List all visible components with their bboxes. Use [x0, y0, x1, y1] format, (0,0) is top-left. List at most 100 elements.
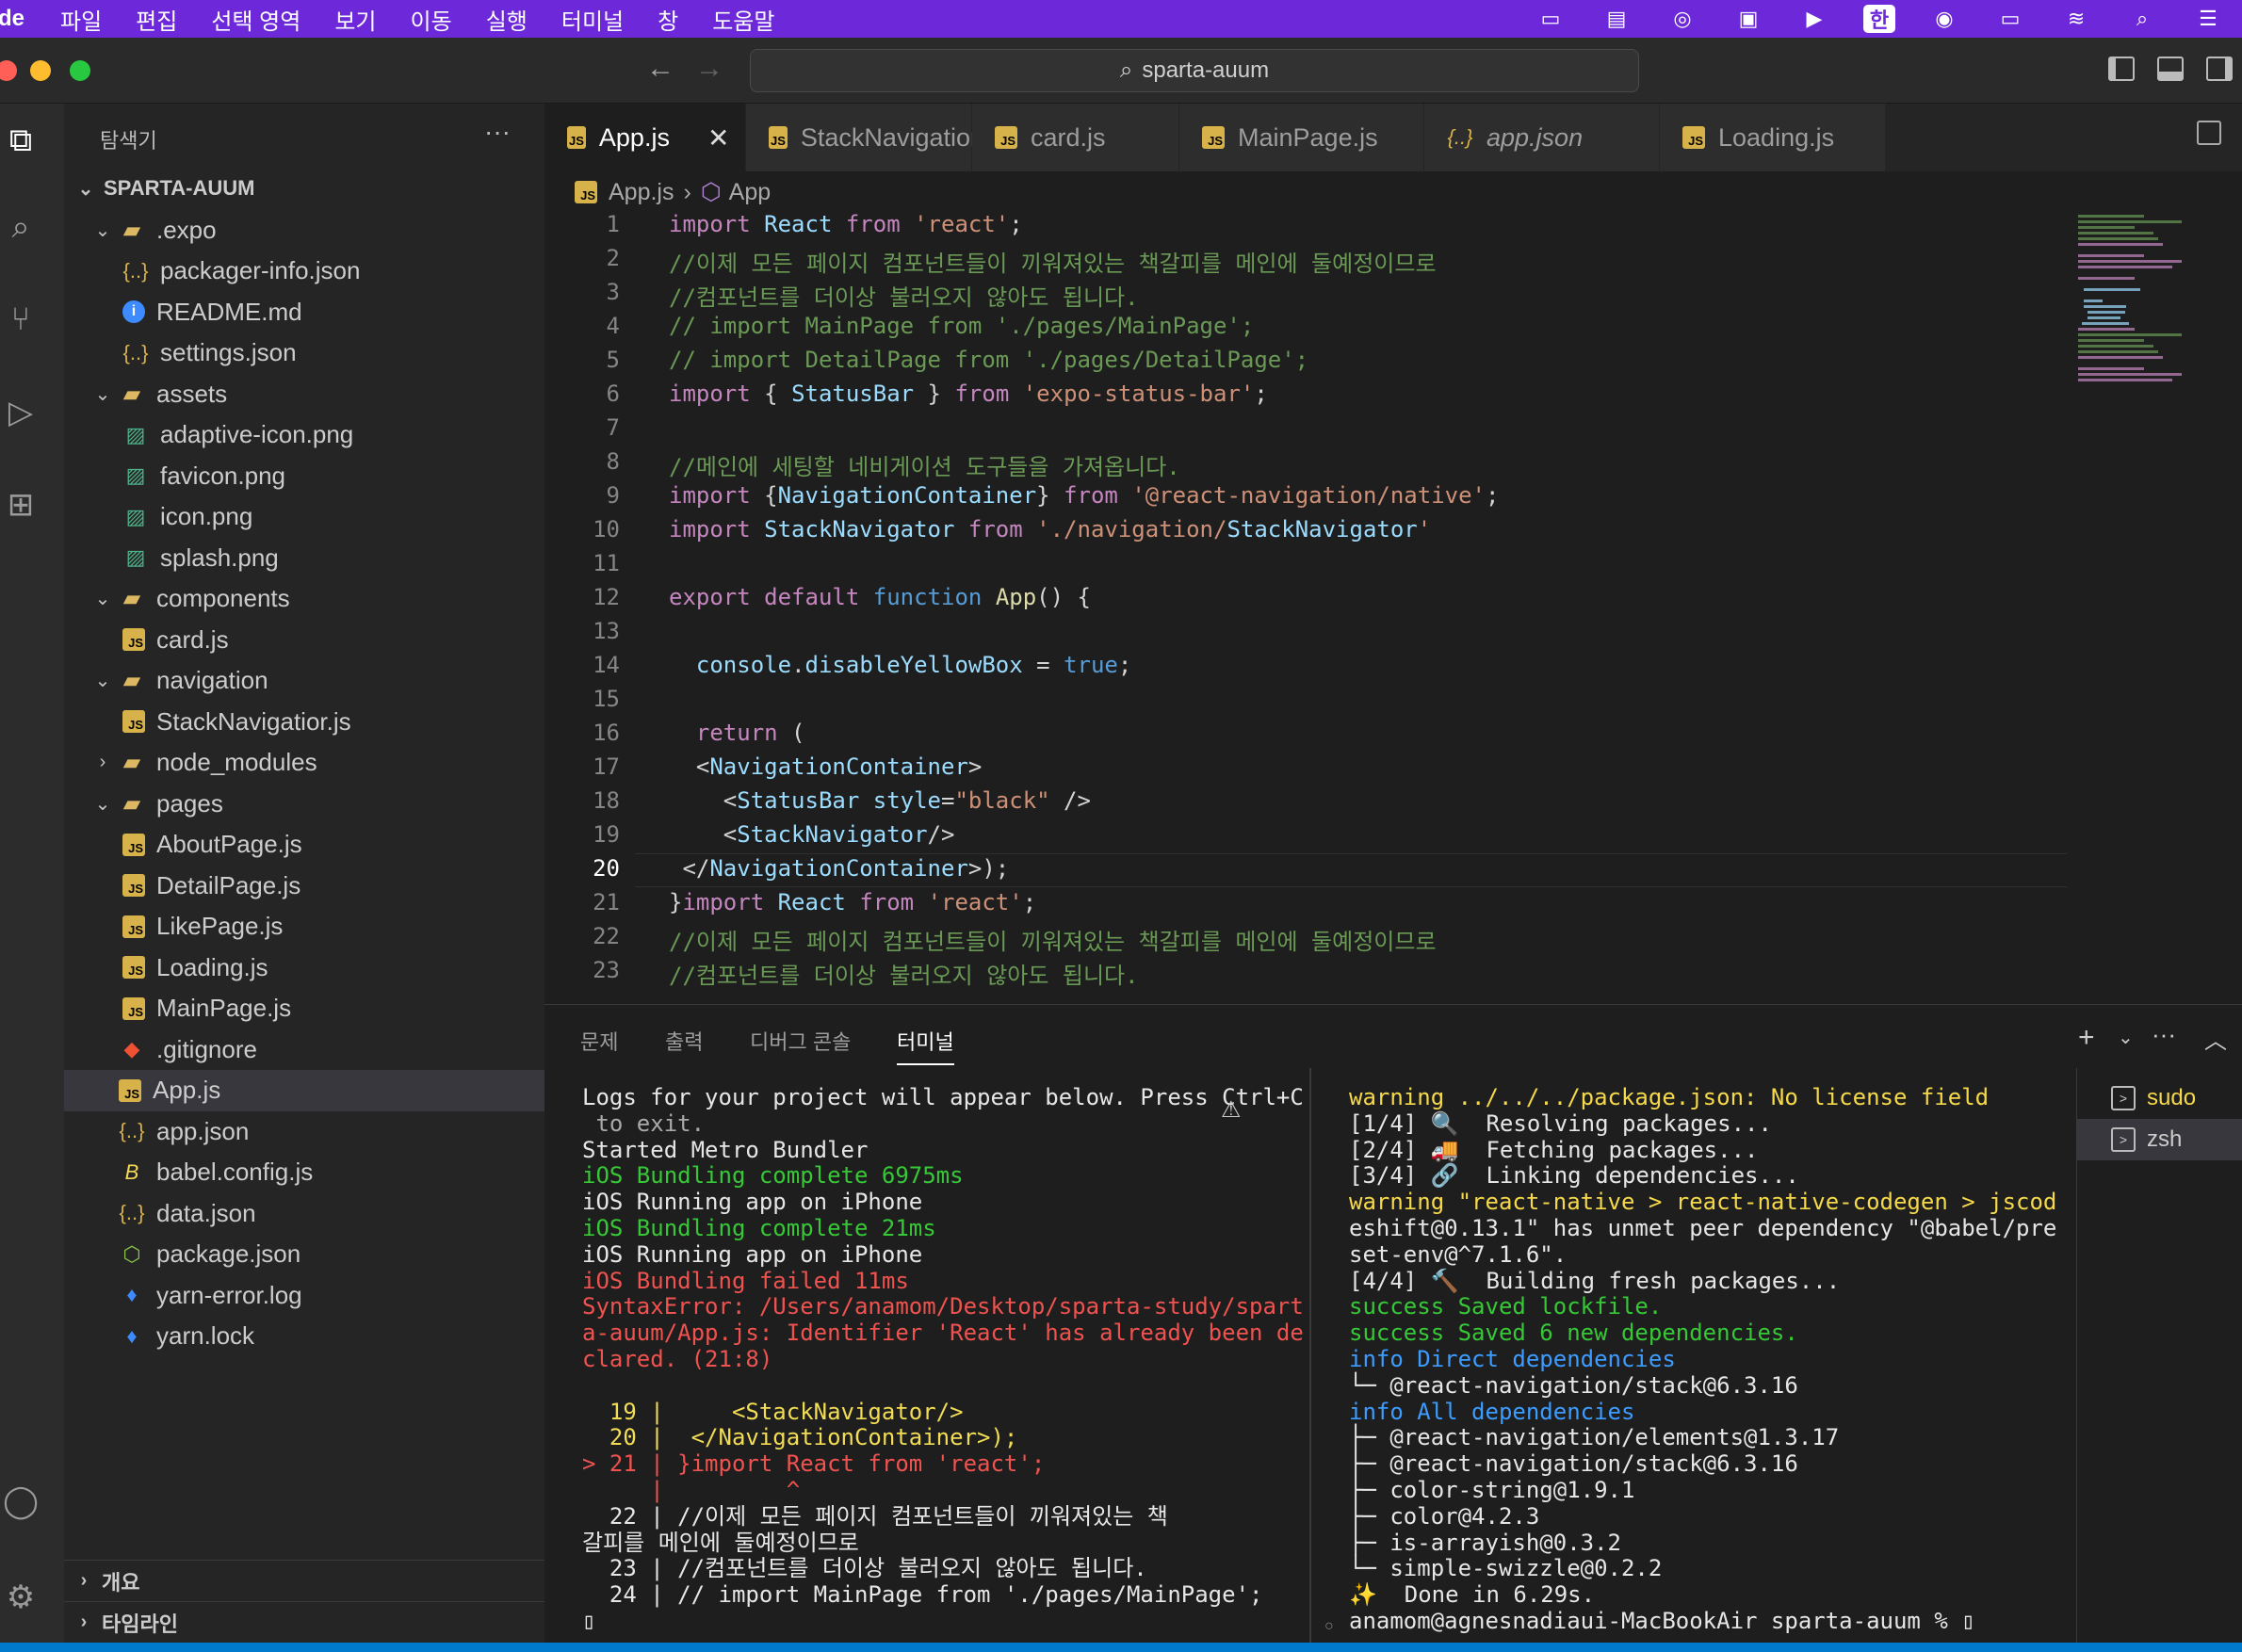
tree-item[interactable]: Bbabel.config.js [64, 1152, 544, 1193]
explorer-icon[interactable]: ⧉ [0, 122, 41, 164]
forward-arrow-icon[interactable]: → [695, 53, 723, 85]
code-line[interactable]: import React from 'react'; [669, 211, 1023, 237]
menu-item[interactable]: 실행 [486, 9, 528, 35]
tree-item[interactable]: JS LikePage.js [64, 906, 544, 947]
creative-cloud-icon[interactable]: ◎ [1665, 5, 1699, 33]
input-source-icon[interactable]: 한 [1863, 5, 1895, 33]
code-line[interactable]: import {NavigationContainer} from '@reac… [669, 482, 1499, 509]
tree-item[interactable]: JS MainPage.js [64, 988, 544, 1029]
split-editor-icon[interactable] [2197, 121, 2221, 145]
tree-item[interactable]: ▨ icon.png [64, 496, 544, 538]
code-line[interactable]: //이제 모든 페이지 컴포넌트들이 끼워져있는 책갈피를 메인에 둘예정이므로 [669, 923, 1437, 956]
tree-item[interactable]: ◆ .gitignore [64, 1028, 544, 1070]
code-line[interactable]: import StackNavigator from './navigation… [669, 516, 1431, 543]
back-arrow-icon[interactable]: ← [646, 53, 674, 85]
panel-tab[interactable]: 터미널 [897, 1026, 954, 1065]
account-icon[interactable]: ◯ [0, 1482, 41, 1524]
battery-icon[interactable]: ▭ [1993, 5, 2027, 33]
code-line[interactable]: }import React from 'react'; [669, 889, 1036, 915]
command-center-search[interactable]: ⌕ sparta-auum [750, 49, 1639, 92]
tab-app-js[interactable]: JS App.js ✕ [544, 104, 746, 171]
code-line[interactable]: return ( [669, 720, 805, 746]
control-center-icon[interactable]: ☰ [2191, 5, 2225, 33]
tree-item[interactable]: JS AboutPage.js [64, 824, 544, 866]
minimize-window-button[interactable] [30, 60, 51, 81]
toggle-secondary-sidebar-icon[interactable] [2206, 57, 2233, 81]
terminal-split-divider[interactable] [1309, 1068, 1311, 1643]
tree-item[interactable]: ⌄ ▰ .expo [64, 209, 544, 251]
code-line[interactable]: //메인에 세팅할 네비게이션 도구들을 가져옵니다. [669, 448, 1180, 481]
tree-item[interactable]: ⌄ ▰ components [64, 578, 544, 620]
toggle-primary-sidebar-icon[interactable] [2108, 57, 2135, 81]
tree-item[interactable]: ♦ yarn-error.log [64, 1274, 544, 1316]
code-line[interactable]: //이제 모든 페이지 컴포넌트들이 끼워져있는 책갈피를 메인에 둘예정이므로 [669, 245, 1437, 278]
code-line[interactable]: //컴포넌트를 더이상 불러오지 않아도 됩니다. [669, 279, 1139, 312]
terminal-instance-sudo[interactable]: > sudo [2077, 1077, 2242, 1119]
code-line[interactable]: // import DetailPage from './pages/Detai… [669, 347, 1308, 373]
search-icon[interactable]: ⌕ [0, 209, 41, 251]
tree-item[interactable]: JS StackNavigatior.js [64, 701, 544, 742]
tab-stacknavigatior-js[interactable]: JS StackNavigatior.js [746, 104, 1003, 171]
menu-item[interactable]: 이동 [411, 9, 452, 35]
menu-item[interactable]: 터미널 [561, 9, 624, 35]
tab-loading-js[interactable]: JS Loading.js [1660, 104, 1886, 171]
panel-tab[interactable]: 출력 [665, 1026, 703, 1056]
tree-item[interactable]: {..} data.json [64, 1192, 544, 1234]
tab-app-json[interactable]: {..} app.json [1424, 104, 1660, 171]
zoom-window-button[interactable] [70, 60, 90, 81]
menu-item[interactable]: 파일 [60, 9, 102, 35]
code-editor[interactable]: 1 import React from 'react'; 2 //이제 모든 페이지 … [544, 211, 2242, 1004]
run-debug-icon[interactable]: ▷ [0, 394, 41, 435]
code-line[interactable]: // import MainPage from './pages/MainPag… [669, 313, 1254, 339]
tab-mainpage-js[interactable]: JS MainPage.js [1179, 104, 1424, 171]
tree-item[interactable]: {..} settings.json [64, 332, 544, 374]
breadcrumb-file[interactable]: App.js [609, 179, 674, 206]
code-line[interactable]: import { StatusBar } from 'expo-status-b… [669, 381, 1268, 407]
wifi-icon[interactable]: ≋ [2059, 5, 2093, 33]
close-window-button[interactable] [0, 60, 17, 81]
code-line[interactable]: //컴포넌트를 더이상 불러오지 않아도 됩니다. [669, 957, 1139, 990]
tree-item[interactable]: ⌄ ▰ pages [64, 783, 544, 824]
tree-item[interactable]: i README.md [64, 291, 544, 332]
new-terminal-icon[interactable]: + [2078, 1022, 2095, 1054]
tree-item[interactable]: JS card.js [64, 619, 544, 660]
outline-section[interactable]: › 개요 [64, 1560, 544, 1601]
terminal-left[interactable]: Logs for your project will appear below.… [582, 1084, 1304, 1635]
panel-tab[interactable]: 디버그 콘솔 [750, 1026, 851, 1056]
app-menu[interactable]: Code [0, 6, 24, 32]
terminal-instance-zsh[interactable]: > zsh [2077, 1119, 2242, 1160]
tree-item[interactable]: {..} packager-info.json [64, 251, 544, 292]
tree-item[interactable]: ▨ adaptive-icon.png [64, 414, 544, 456]
extensions-icon[interactable]: ⊞ [0, 486, 41, 527]
tree-item[interactable]: JS DetailPage.js [64, 865, 544, 906]
screen-mirror-icon[interactable]: ▣ [1731, 5, 1765, 33]
menu-item[interactable]: 도움말 [712, 9, 774, 35]
tree-item[interactable]: ⬡ package.json [64, 1234, 544, 1275]
code-line[interactable]: console.disableYellowBox = true; [669, 652, 1131, 678]
gear-icon[interactable]: ⚙ [0, 1579, 41, 1620]
workspace-root[interactable]: ⌄ SPARTA-AUUM [64, 168, 544, 209]
tree-item[interactable]: JS Loading.js [64, 947, 544, 988]
timeline-section[interactable]: › 타임라인 [64, 1601, 544, 1643]
menu-item[interactable]: 창 [658, 9, 678, 35]
tree-item[interactable]: ▨ splash.png [64, 537, 544, 578]
menu-item[interactable]: 보기 [334, 9, 376, 35]
code-line[interactable]: <StackNavigator/> [669, 821, 955, 848]
code-line[interactable]: export default function App() { [669, 584, 1091, 610]
more-actions-icon[interactable]: ··· [484, 117, 511, 147]
maximize-panel-icon[interactable]: ︿ [2204, 1022, 2227, 1055]
breadcrumb-symbol[interactable]: App [729, 179, 771, 206]
minimap[interactable] [2078, 211, 2201, 399]
tree-item[interactable]: ♦ yarn.lock [64, 1316, 544, 1357]
search-icon[interactable]: ⌕ [2125, 5, 2159, 33]
tab-card-js[interactable]: JS card.js [972, 104, 1179, 171]
menu-item[interactable]: 편집 [136, 9, 177, 35]
display-icon[interactable]: ▭ [1534, 5, 1568, 33]
code-line[interactable]: <NavigationContainer> [669, 753, 982, 780]
close-icon[interactable]: ✕ [707, 122, 729, 154]
panel-tab[interactable]: 문제 [580, 1026, 618, 1056]
play-icon[interactable]: ▶ [1797, 5, 1831, 33]
toggle-panel-icon[interactable] [2157, 57, 2184, 81]
tree-item[interactable]: {..} app.json [64, 1110, 544, 1152]
airdrop-icon[interactable]: ◉ [1927, 5, 1961, 33]
